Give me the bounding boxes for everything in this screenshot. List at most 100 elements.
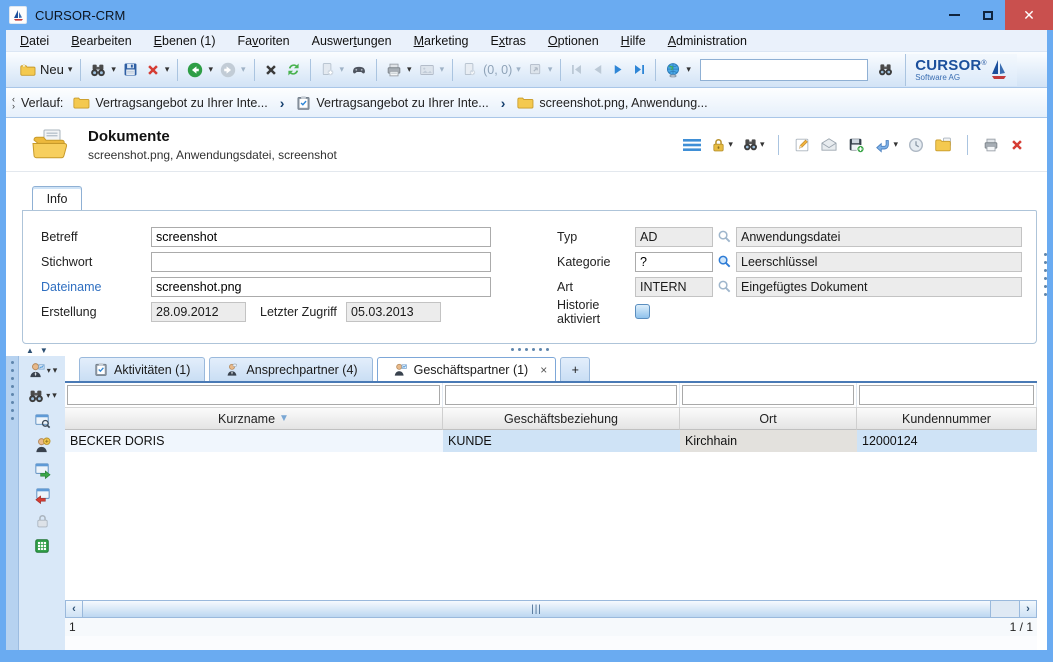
historie-checkbox[interactable]: [635, 304, 650, 319]
column-header-kurzname[interactable]: Kurzname▼: [65, 407, 443, 430]
nav-prev-button[interactable]: [587, 60, 608, 79]
collapse-down-icon[interactable]: ▼: [40, 346, 48, 355]
cell-kurzname[interactable]: BECKER DORIS: [65, 430, 443, 452]
column-header-kundennummer[interactable]: Kundennummer: [857, 407, 1037, 430]
letzter-zugriff-value: 05.03.2013: [346, 302, 441, 322]
scroll-thumb[interactable]: |||: [83, 601, 991, 617]
vendor-brand: CURSOR: [915, 57, 981, 74]
folder-document-button[interactable]: [934, 136, 953, 153]
nav-next-button[interactable]: [608, 60, 629, 79]
search-button[interactable]: [86, 59, 119, 81]
kategorie-code-field[interactable]: [635, 252, 713, 272]
new-button[interactable]: Neu: [16, 59, 75, 81]
filter-ort-input[interactable]: [682, 385, 854, 405]
tab-ansprechpartner[interactable]: Ansprechpartner (4): [209, 357, 372, 381]
close-entity-button[interactable]: [1009, 137, 1025, 153]
sidebar-lock-button[interactable]: [25, 508, 59, 533]
scroll-right-button[interactable]: ›: [1019, 601, 1036, 617]
breadcrumb-collapse-control[interactable]: ‹›: [12, 96, 15, 110]
person-chart-button[interactable]: [25, 433, 59, 458]
search-entity-button[interactable]: [742, 136, 765, 153]
save-add-button[interactable]: [847, 136, 865, 154]
nav-last-button[interactable]: [629, 60, 650, 79]
collapse-up-icon[interactable]: ▲: [26, 346, 34, 355]
horizontal-scrollbar[interactable]: ‹ ||| ›: [65, 600, 1037, 618]
scroll-left-button[interactable]: ‹: [66, 601, 83, 617]
typ-lookup-icon[interactable]: [717, 229, 732, 244]
menu-administration[interactable]: Administration: [668, 34, 747, 48]
dateiname-field[interactable]: [151, 277, 491, 297]
stichwort-field[interactable]: [151, 252, 491, 272]
toolbar-separator: [778, 135, 779, 155]
import-button[interactable]: [874, 137, 898, 153]
breadcrumb-item[interactable]: screenshot.png, Anwendung...: [517, 96, 707, 110]
filter-kundennummer-input[interactable]: [859, 385, 1034, 405]
cancel-button[interactable]: [260, 60, 282, 80]
lock-button[interactable]: [710, 136, 733, 154]
table-row[interactable]: BECKER DORIS KUNDE Kirchhain 12000124: [65, 430, 1037, 452]
column-header-ort[interactable]: Ort: [680, 407, 857, 430]
transfer-out-button[interactable]: [25, 483, 59, 508]
close-button[interactable]: ✕: [1005, 0, 1053, 30]
cell-geschaeftsbeziehung[interactable]: KUNDE: [443, 430, 680, 452]
right-panel-splitter[interactable]: [1044, 253, 1047, 296]
partner-menu-button[interactable]: ▾: [25, 358, 59, 383]
new-button-label: Neu: [40, 62, 64, 77]
window-search-button[interactable]: [25, 408, 59, 433]
tab-close-icon[interactable]: ×: [540, 363, 547, 377]
print-entity-button[interactable]: [982, 136, 1000, 154]
export-button[interactable]: [524, 59, 556, 80]
forward-button[interactable]: [216, 59, 249, 81]
folder-icon: [73, 96, 90, 110]
breadcrumb-item[interactable]: Vertragsangebot zu Ihrer Inte...: [73, 96, 267, 110]
transfer-in-button[interactable]: [25, 458, 59, 483]
tab-add-label: +: [572, 363, 579, 377]
column-header-geschaeftsbeziehung[interactable]: Geschäftsbeziehung: [443, 407, 680, 430]
refresh-button[interactable]: [282, 59, 305, 80]
tab-aktivitaeten[interactable]: Aktivitäten (1): [79, 357, 205, 381]
menu-optionen[interactable]: Optionen: [548, 34, 599, 48]
tab-add[interactable]: +: [560, 357, 590, 381]
left-panel-splitter[interactable]: [6, 356, 19, 650]
tab-info[interactable]: Info: [32, 186, 82, 210]
print-button[interactable]: [382, 59, 415, 81]
global-search-button[interactable]: [661, 59, 694, 81]
dateiname-link-label[interactable]: Dateiname: [23, 280, 151, 294]
history-clock-button[interactable]: [907, 136, 925, 154]
excel-export-button[interactable]: [25, 533, 59, 558]
art-lookup-icon[interactable]: [717, 279, 732, 294]
filter-kurzname-input[interactable]: [67, 385, 440, 405]
maximize-button[interactable]: [971, 0, 1005, 30]
save-button[interactable]: [119, 59, 142, 80]
edit-button[interactable]: [793, 136, 811, 154]
cell-kundennummer[interactable]: 12000124: [857, 430, 1037, 452]
delete-button[interactable]: [142, 60, 173, 80]
betreff-field[interactable]: [151, 227, 491, 247]
menu-extras[interactable]: Extras: [490, 34, 525, 48]
filter-geschaeftsbeziehung-input[interactable]: [445, 385, 677, 405]
sidebar-search-button[interactable]: ▾: [25, 383, 59, 408]
back-button[interactable]: [183, 59, 216, 81]
quick-search-input[interactable]: [700, 59, 868, 81]
cell-ort[interactable]: Kirchhain: [680, 430, 857, 452]
menu-lines-button[interactable]: [683, 138, 701, 152]
menu-bearbeiten[interactable]: Bearbeiten: [71, 34, 131, 48]
minimize-button[interactable]: [937, 0, 971, 30]
breadcrumb-item[interactable]: Vertragsangebot zu Ihrer Inte...: [296, 95, 488, 111]
envelope-button[interactable]: [820, 137, 838, 152]
menu-ebenen[interactable]: Ebenen (1): [154, 34, 216, 48]
document-counter-button[interactable]: (0, 0): [458, 59, 524, 80]
menu-marketing[interactable]: Marketing: [414, 34, 469, 48]
find-button[interactable]: [874, 59, 897, 80]
tab-geschaeftspartner[interactable]: Geschäftspartner (1) ×: [377, 357, 557, 381]
menu-favoriten[interactable]: Favoriten: [238, 34, 290, 48]
menu-datei[interactable]: Datei: [20, 34, 49, 48]
horizontal-splitter[interactable]: ▲▼: [6, 344, 1047, 356]
image-button[interactable]: [415, 59, 448, 81]
nav-first-button[interactable]: [566, 60, 587, 79]
menu-auswertungen[interactable]: Auswertungen: [312, 34, 392, 48]
paste-document-button[interactable]: [316, 59, 348, 80]
kategorie-lookup-icon[interactable]: [717, 254, 732, 269]
menu-hilfe[interactable]: Hilfe: [621, 34, 646, 48]
gamepad-button[interactable]: [347, 59, 371, 81]
